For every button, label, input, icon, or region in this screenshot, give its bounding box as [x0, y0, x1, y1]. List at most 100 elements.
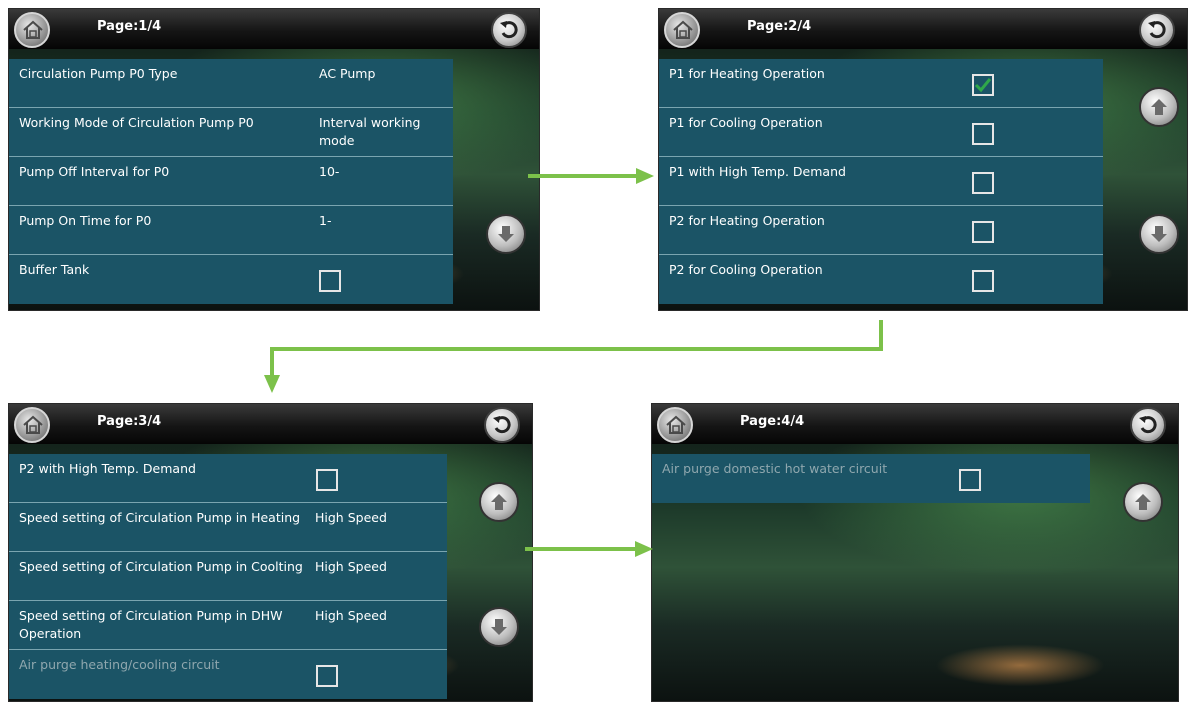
top-bar: [9, 9, 539, 49]
row-p1-heating[interactable]: P1 for Heating Operation: [659, 59, 1103, 108]
scroll-down-button[interactable]: [1139, 214, 1179, 254]
top-bar: [652, 404, 1178, 444]
row-value: 1-: [319, 213, 332, 228]
back-button[interactable]: [484, 407, 520, 443]
arrow-head-icon: [264, 375, 280, 393]
row-working-mode-p0[interactable]: Working Mode of Circulation Pump P0 Inte…: [9, 108, 453, 157]
page-indicator: Page:3/4: [97, 414, 162, 429]
arrow-head-icon: [635, 541, 653, 557]
row-air-purge-heating-cooling[interactable]: Air purge heating/cooling circuit: [9, 650, 447, 699]
row-p2-heating[interactable]: P2 for Heating Operation: [659, 206, 1103, 255]
row-p2-cooling[interactable]: P2 for Cooling Operation: [659, 255, 1103, 304]
p1-high-temp-checkbox[interactable]: [972, 172, 994, 194]
page-indicator: Page:1/4: [97, 19, 162, 34]
row-value: AC Pump: [319, 66, 376, 81]
home-icon: [666, 415, 686, 434]
scroll-down-button[interactable]: [486, 214, 526, 254]
screen-page-3: Page:3/4 P2 with High Temp. Demand Speed…: [8, 403, 533, 702]
arrow-head-icon: [636, 168, 654, 184]
row-buffer-tank[interactable]: Buffer Tank: [9, 255, 453, 304]
page-indicator: Page:2/4: [747, 19, 812, 34]
scroll-up-button[interactable]: [1123, 482, 1163, 522]
row-label: P2 for Cooling Operation: [669, 262, 823, 277]
settings-list: P2 with High Temp. Demand Speed setting …: [9, 454, 447, 699]
arrow-up-icon: [1151, 99, 1167, 115]
back-button[interactable]: [491, 12, 527, 48]
p2-cooling-checkbox[interactable]: [972, 270, 994, 292]
top-bar: [659, 9, 1187, 49]
home-icon: [673, 20, 693, 39]
row-label: P2 with High Temp. Demand: [19, 461, 196, 476]
row-value: High Speed: [315, 559, 387, 574]
screen-page-1: Page:1/4 Circulation Pump P0 Type AC Pum…: [8, 8, 540, 311]
row-p1-cooling[interactable]: P1 for Cooling Operation: [659, 108, 1103, 157]
back-icon: [1139, 416, 1157, 434]
settings-list: Air purge domestic hot water circuit: [652, 454, 1090, 503]
row-p1-high-temp[interactable]: P1 with High Temp. Demand: [659, 157, 1103, 206]
scroll-up-button[interactable]: [479, 482, 519, 522]
row-label: P2 for Heating Operation: [669, 213, 825, 228]
buffer-tank-checkbox[interactable]: [319, 270, 341, 292]
p1-heating-checkbox[interactable]: [972, 74, 994, 96]
screen-page-2: Page:2/4 P1 for Heating Operation P1 for…: [658, 8, 1188, 311]
p2-high-temp-checkbox[interactable]: [316, 469, 338, 491]
flow-arrow-2-3-vertical: [879, 320, 883, 350]
row-label: Pump Off Interval for P0: [19, 164, 170, 179]
row-value: High Speed: [315, 608, 387, 623]
arrow-down-icon: [491, 619, 507, 635]
checkmark-icon: [974, 78, 992, 93]
row-label: Circulation Pump P0 Type: [19, 66, 178, 81]
back-icon: [493, 416, 511, 434]
row-value: High Speed: [315, 510, 387, 525]
arrow-down-icon: [498, 226, 514, 242]
home-button[interactable]: [14, 407, 50, 443]
row-speed-dhw[interactable]: Speed setting of Circulation Pump in DHW…: [9, 601, 447, 650]
back-button[interactable]: [1130, 407, 1166, 443]
row-pump-p0-type[interactable]: Circulation Pump P0 Type AC Pump: [9, 59, 453, 108]
air-purge-hc-checkbox[interactable]: [316, 665, 338, 687]
row-label: Buffer Tank: [19, 262, 90, 277]
home-button[interactable]: [14, 12, 50, 48]
row-value: Interval working mode: [319, 115, 421, 149]
flow-arrow-2-3-down: [270, 347, 274, 377]
row-pump-on-time[interactable]: Pump On Time for P0 1-: [9, 206, 453, 255]
row-speed-cooling[interactable]: Speed setting of Circulation Pump in Coo…: [9, 552, 447, 601]
flow-arrow-3-4-line: [525, 547, 637, 551]
top-bar: [9, 404, 532, 444]
row-label: Speed setting of Circulation Pump in DHW…: [19, 608, 283, 642]
row-label: Air purge heating/cooling circuit: [19, 657, 220, 672]
p1-cooling-checkbox[interactable]: [972, 123, 994, 145]
arrow-up-icon: [1135, 494, 1151, 510]
page-indicator: Page:4/4: [740, 414, 805, 429]
row-label: Air purge domestic hot water circuit: [662, 461, 888, 476]
settings-list: Circulation Pump P0 Type AC Pump Working…: [9, 59, 453, 304]
row-label: Speed setting of Circulation Pump in Hea…: [19, 510, 301, 525]
row-air-purge-dhw[interactable]: Air purge domestic hot water circuit: [652, 454, 1090, 503]
back-button[interactable]: [1139, 12, 1175, 48]
scroll-down-button[interactable]: [479, 607, 519, 647]
row-p2-high-temp[interactable]: P2 with High Temp. Demand: [9, 454, 447, 503]
arrow-down-icon: [1151, 226, 1167, 242]
row-label: Speed setting of Circulation Pump in Coo…: [19, 559, 303, 574]
flow-arrow-1-2-line: [528, 174, 638, 178]
settings-list: P1 for Heating Operation P1 for Cooling …: [659, 59, 1103, 304]
home-button[interactable]: [664, 12, 700, 48]
air-purge-dhw-checkbox[interactable]: [959, 469, 981, 491]
home-icon: [23, 415, 43, 434]
row-value: 10-: [319, 164, 340, 179]
row-label: P1 for Cooling Operation: [669, 115, 823, 130]
row-label: P1 with High Temp. Demand: [669, 164, 846, 179]
home-icon: [23, 20, 43, 39]
back-icon: [500, 21, 518, 39]
back-icon: [1148, 21, 1166, 39]
row-label: P1 for Heating Operation: [669, 66, 825, 81]
row-label: Working Mode of Circulation Pump P0: [19, 115, 254, 130]
flow-arrow-2-3-horizontal: [270, 347, 883, 351]
screen-page-4: Page:4/4 Air purge domestic hot water ci…: [651, 403, 1179, 702]
arrow-up-icon: [491, 494, 507, 510]
scroll-up-button[interactable]: [1139, 87, 1179, 127]
row-pump-off-interval[interactable]: Pump Off Interval for P0 10-: [9, 157, 453, 206]
row-speed-heating[interactable]: Speed setting of Circulation Pump in Hea…: [9, 503, 447, 552]
home-button[interactable]: [657, 407, 693, 443]
p2-heating-checkbox[interactable]: [972, 221, 994, 243]
